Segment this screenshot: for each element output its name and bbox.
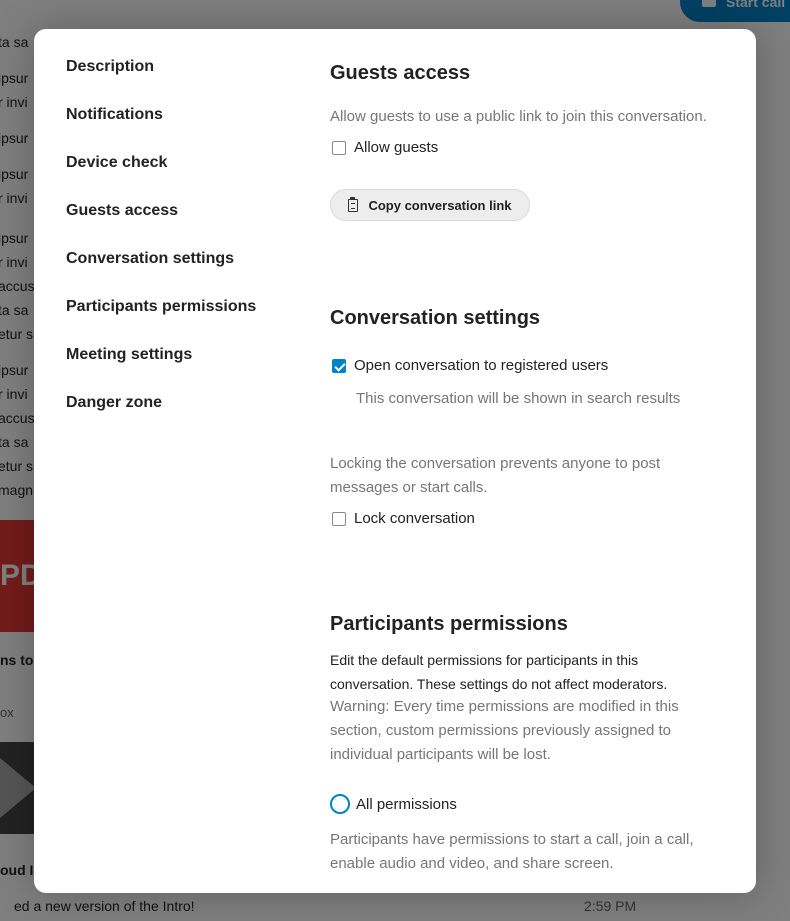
allow-guests-label: Allow guests: [354, 139, 439, 156]
copy-conversation-link-label: Copy conversation link: [368, 197, 512, 213]
guests-access-title: Guests access: [330, 62, 471, 84]
settings-navigation: Description Notifications Device check G…: [66, 57, 296, 441]
all-permissions-radio-circle[interactable]: [330, 794, 350, 814]
nav-item-guests-access[interactable]: Guests access: [66, 201, 296, 249]
open-conversation-checkbox-box[interactable]: [332, 358, 346, 373]
permissions-description: Edit the default permissions for partici…: [330, 652, 668, 692]
clipboard-icon: [348, 196, 359, 212]
lock-conversation-label: Lock conversation: [354, 510, 475, 527]
nav-item-participants-permissions[interactable]: Participants permissions: [66, 297, 296, 345]
copy-conversation-link-button[interactable]: Copy conversation link: [330, 189, 530, 221]
lock-conversation-checkbox-box[interactable]: [332, 511, 346, 526]
lock-conversation-hint: Locking the conversation prevents anyone…: [330, 455, 661, 496]
nav-item-conversation-settings[interactable]: Conversation settings: [66, 249, 296, 297]
nav-item-meeting-settings[interactable]: Meeting settings: [66, 345, 296, 393]
allow-guests-checkbox[interactable]: Allow guests: [332, 139, 438, 156]
participants-permissions-title: Participants permissions: [330, 613, 568, 635]
all-permissions-label: All permissions: [356, 795, 457, 813]
guests-access-hint: Allow guests to use a public link to joi…: [330, 108, 707, 125]
open-conversation-hint: This conversation will be shown in searc…: [356, 390, 681, 407]
conversation-settings-title: Conversation settings: [330, 307, 541, 329]
all-permissions-radio[interactable]: All permissions: [330, 794, 457, 814]
permissions-warning: Warning: Every time permissions are modi…: [330, 698, 679, 763]
nav-item-device-check[interactable]: Device check: [66, 153, 296, 201]
conversation-settings-modal: Description Notifications Device check G…: [34, 29, 756, 893]
lock-conversation-checkbox[interactable]: Lock conversation: [332, 510, 475, 527]
allow-guests-checkbox-box[interactable]: [332, 140, 346, 155]
open-conversation-label: Open conversation to registered users: [354, 357, 609, 374]
open-conversation-checkbox[interactable]: Open conversation to registered users: [332, 357, 608, 374]
nav-item-danger-zone[interactable]: Danger zone: [66, 393, 296, 441]
nav-item-description[interactable]: Description: [66, 57, 296, 105]
all-permissions-hint: Participants have permissions to start a…: [330, 831, 694, 872]
nav-item-notifications[interactable]: Notifications: [66, 105, 296, 153]
